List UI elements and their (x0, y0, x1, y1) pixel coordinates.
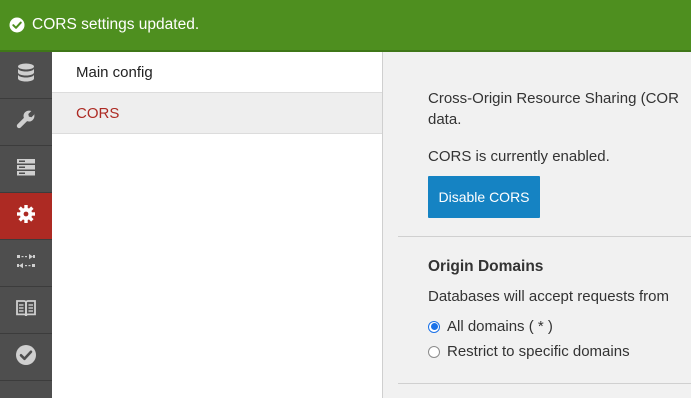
replication-icon (14, 249, 38, 278)
subnav-item-main-config[interactable]: Main config (52, 52, 382, 93)
primary-nav-rail (0, 52, 52, 398)
disable-cors-button[interactable]: Disable CORS (428, 176, 540, 218)
radio-restrict-domains-input[interactable] (428, 345, 440, 358)
section-divider-bottom (398, 383, 691, 384)
cors-description: Cross-Origin Resource Sharing (COR data. (428, 88, 691, 130)
section-divider (398, 236, 691, 237)
nav-verify[interactable] (0, 334, 52, 381)
cors-status: CORS is currently enabled. (428, 148, 610, 165)
cors-description-line-1: Cross-Origin Resource Sharing (COR (428, 90, 679, 107)
nav-active-tasks[interactable] (0, 146, 52, 193)
book-icon (14, 296, 38, 325)
config-subnav: Main config CORS (52, 52, 383, 398)
check-circle-icon (9, 17, 25, 33)
wrench-icon (14, 108, 38, 137)
nav-setup[interactable] (0, 99, 52, 146)
database-icon (14, 61, 38, 90)
origin-domains-title: Origin Domains (428, 258, 544, 275)
radio-all-domains-input[interactable] (428, 320, 440, 333)
radio-all-domains-label: All domains ( * ) (447, 318, 553, 335)
radio-restrict-domains[interactable]: Restrict to specific domains (428, 343, 630, 360)
cors-description-line-2: data. (428, 111, 462, 128)
server-icon (14, 155, 38, 184)
subnav-item-cors[interactable]: CORS (52, 93, 382, 134)
nav-config[interactable] (0, 193, 52, 240)
checkmark-icon (14, 343, 38, 372)
success-banner: CORS settings updated. (0, 0, 691, 52)
cors-panel: Cross-Origin Resource Sharing (COR data.… (383, 52, 691, 398)
origin-domains-description: Databases will accept requests from (428, 288, 669, 305)
nav-replication[interactable] (0, 240, 52, 287)
banner-message: CORS settings updated. (32, 16, 200, 33)
nav-documentation[interactable] (0, 287, 52, 334)
gear-icon (14, 202, 38, 231)
radio-restrict-domains-label: Restrict to specific domains (447, 343, 630, 360)
nav-databases[interactable] (0, 52, 52, 99)
radio-all-domains[interactable]: All domains ( * ) (428, 318, 553, 335)
